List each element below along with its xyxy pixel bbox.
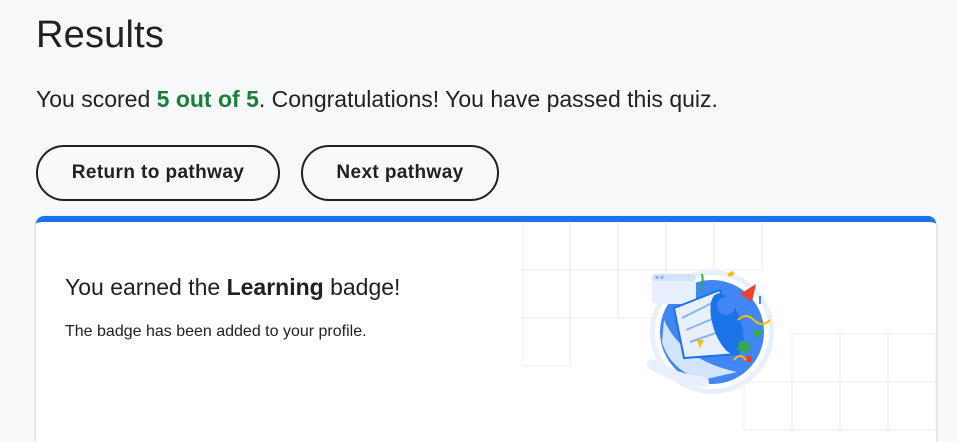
score-message: You scored 5 out of 5. Congratulations! … — [36, 86, 718, 113]
badge-heading: You earned the Learning badge! — [65, 274, 400, 301]
badge-heading-suffix: badge! — [323, 274, 401, 300]
badge-heading-prefix: You earned the — [65, 274, 227, 300]
learning-badge-icon — [647, 270, 774, 394]
score-prefix: You scored — [36, 86, 157, 112]
badge-card: You earned the Learning badge! The badge… — [36, 216, 936, 442]
return-to-pathway-button[interactable]: Return to pathway — [36, 145, 280, 201]
score-suffix: . Congratulations! You have passed this … — [258, 86, 718, 112]
score-value: 5 out of 5 — [156, 86, 259, 112]
badge-name: Learning — [226, 274, 324, 300]
next-pathway-button[interactable]: Next pathway — [301, 145, 499, 201]
badge-subtext: The badge has been added to your profile… — [65, 323, 367, 340]
page-title: Results — [36, 14, 165, 56]
